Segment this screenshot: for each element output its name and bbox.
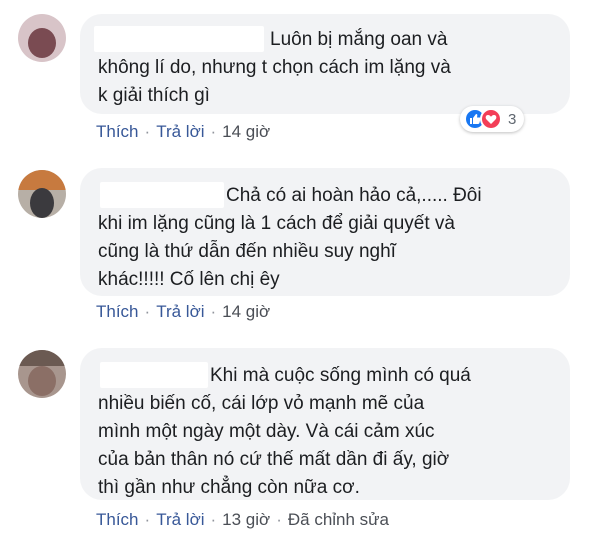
- like-link[interactable]: Thích: [96, 302, 139, 321]
- comment-text-line: mình một ngày một dày. Và cái cảm xúc: [98, 421, 435, 442]
- reaction-summary[interactable]: 3: [460, 106, 525, 132]
- timestamp[interactable]: 14 giờ: [222, 302, 270, 321]
- reply-link[interactable]: Trả lời: [156, 510, 204, 529]
- edited-label[interactable]: Đã chỉnh sửa: [288, 510, 389, 529]
- like-link[interactable]: Thích: [96, 122, 139, 141]
- comment-text-line: Chả có ai hoàn hảo cả,..... Đôi: [226, 185, 482, 206]
- timestamp[interactable]: 14 giờ: [222, 122, 270, 141]
- comment-bubble: Khi mà cuộc sống mình có quá nhiều biến …: [80, 348, 570, 500]
- comment-text-line: k giải thích gì: [98, 85, 210, 106]
- comment-text-line: thì gần như chẳng còn nữa cơ.: [98, 477, 360, 498]
- avatar[interactable]: [18, 170, 66, 218]
- redacted-author-name: [94, 26, 264, 52]
- avatar[interactable]: [18, 14, 66, 62]
- reply-link[interactable]: Trả lời: [156, 302, 204, 321]
- reaction-count: 3: [508, 110, 517, 128]
- comment-text-line: khi im lặng cũng là 1 cách để giải quyết…: [98, 213, 455, 234]
- comment-actions: Thích · Trả lời · 13 giờ · Đã chỉnh sửa: [96, 510, 390, 529]
- love-icon: [480, 108, 502, 130]
- redacted-author-name: [100, 182, 224, 208]
- comment-text-line: không lí do, nhưng t chọn cách im lặng v…: [98, 57, 451, 78]
- avatar[interactable]: [18, 350, 66, 398]
- comment-bubble: Chả có ai hoàn hảo cả,..... Đôi khi im l…: [80, 168, 570, 296]
- like-link[interactable]: Thích: [96, 510, 139, 529]
- comment-text-line: nhiều biến cố, cái lớp vỏ mạnh mẽ của: [98, 393, 425, 414]
- comment-text-line: Khi mà cuộc sống mình có quá: [210, 365, 471, 386]
- timestamp[interactable]: 13 giờ: [222, 510, 270, 529]
- comment-text-line: của bản thân nó cứ thế mất dần đi ấy, gi…: [98, 449, 450, 470]
- reply-link[interactable]: Trả lời: [156, 122, 204, 141]
- comment-text-line: cũng là thứ dẫn đến nhiều suy nghĩ: [98, 241, 396, 262]
- comment-text-line: Luôn bị mắng oan và: [270, 29, 448, 50]
- comment-bubble: Luôn bị mắng oan và không lí do, nhưng t…: [80, 14, 570, 114]
- redacted-author-name: [100, 362, 208, 388]
- comment-actions: Thích · Trả lời · 14 giờ: [96, 302, 271, 321]
- comment-actions: Thích · Trả lời · 14 giờ: [96, 122, 271, 141]
- comment-text-line: khác!!!!! Cố lên chị êy: [98, 269, 280, 290]
